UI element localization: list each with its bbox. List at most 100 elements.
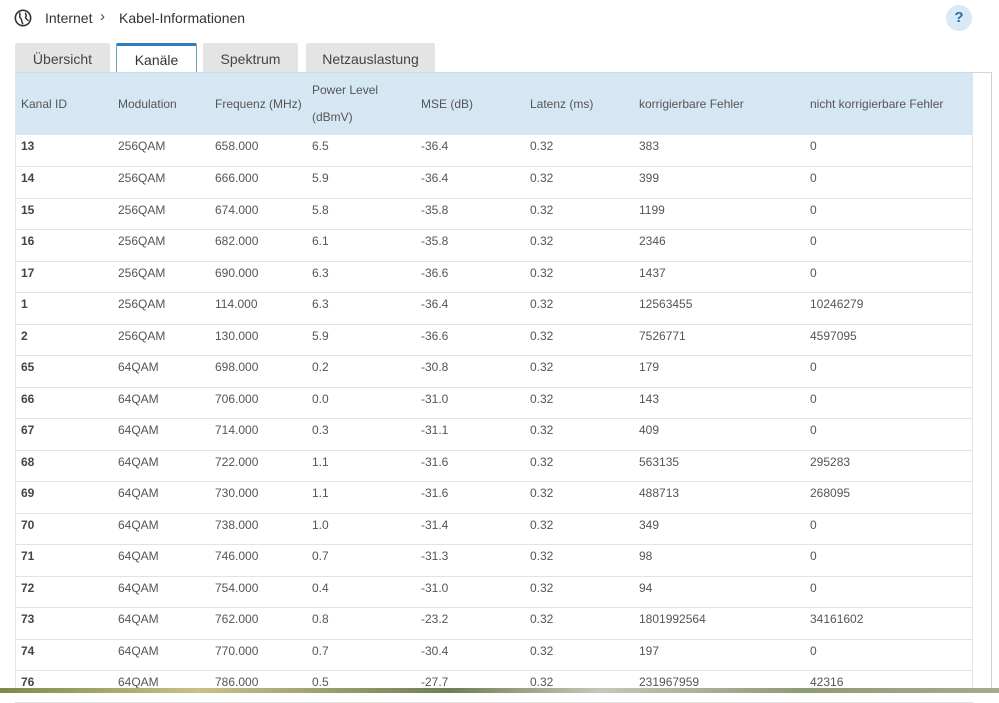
cell-korrigierbare-fehler: 1199 [639, 202, 665, 217]
table-row: 13 256QAM 658.000 6.5 -36.4 0.32 383 0 [15, 135, 973, 167]
cell-frequenz: 658.000 [215, 139, 259, 153]
tab-uebersicht[interactable]: Übersicht [15, 43, 110, 73]
cell-kanal-id: 17 [21, 265, 35, 280]
cell-mse: -31.4 [421, 517, 449, 532]
cell-frequenz: 698.000 [215, 360, 259, 374]
cell-mse: -30.4 [421, 643, 449, 658]
table-left-border [15, 135, 16, 693]
panel-edge [991, 72, 992, 693]
cell-mse: -31.3 [421, 549, 449, 563]
cell-korrigierbare-fehler: 231967959 [639, 675, 700, 689]
cell-kanal-id: 76 [21, 675, 35, 689]
cell-nicht-korrigierbare-fehler: 0 [810, 549, 817, 563]
cell-mse: -36.4 [421, 139, 449, 153]
cell-korrigierbare-fehler: 563135 [639, 454, 680, 469]
header: Internet › Kabel-Informationen ? [0, 0, 999, 40]
cell-modulation: 64QAM [118, 486, 159, 500]
cell-modulation: 64QAM [118, 580, 159, 595]
channel-table: Kanal ID Modulation Frequenz (MHz) Power… [15, 73, 973, 703]
table-header-row: Kanal ID Modulation Frequenz (MHz) Power… [15, 73, 973, 135]
table-row: 65 64QAM 698.000 0.2 -30.8 0.32 179 0 [15, 356, 973, 387]
table-row: 2 256QAM 130.000 5.9 -36.6 0.32 7526771 4597095 [15, 324, 973, 356]
cell-nicht-korrigierbare-fehler: 0 [810, 265, 817, 280]
table-row: 70 64QAM 738.000 1.0 -31.4 0.32 349 0 [15, 513, 973, 545]
cell-nicht-korrigierbare-fehler: 0 [810, 171, 817, 185]
breadcrumb-internet[interactable]: Internet [45, 10, 92, 26]
cell-power-level: 1.1 [312, 454, 329, 469]
cell-frequenz: 786.000 [215, 675, 259, 689]
cell-nicht-korrigierbare-fehler: 0 [810, 360, 817, 374]
cell-mse: -31.6 [421, 486, 449, 500]
cell-kanal-id: 72 [21, 580, 35, 595]
cell-nicht-korrigierbare-fehler: 0 [810, 202, 817, 217]
cell-power-level: 0.2 [312, 360, 329, 374]
cell-nicht-korrigierbare-fehler: 42316 [810, 675, 844, 689]
tab-spektrum[interactable]: Spektrum [203, 43, 298, 73]
tab-netzauslastung[interactable]: Netzauslastung [306, 43, 435, 73]
cell-latenz: 0.32 [530, 171, 554, 185]
cell-korrigierbare-fehler: 1437 [639, 265, 666, 280]
cell-modulation: 256QAM [118, 297, 166, 311]
cell-nicht-korrigierbare-fehler: 10246279 [810, 297, 864, 311]
col-header-kanal-id: Kanal ID [21, 96, 68, 111]
cell-korrigierbare-fehler: 383 [639, 139, 660, 153]
cell-power-level: 5.8 [312, 202, 329, 217]
cell-mse: -36.4 [421, 297, 449, 311]
col-header-power-level: Power Level (dBmV) [306, 73, 415, 135]
col-header-nicht-korrigierbare: nicht korrigierbare Fehler [810, 96, 944, 111]
col-header-latenz: Latenz (ms) [530, 96, 594, 111]
cell-latenz: 0.32 [530, 486, 554, 500]
cell-power-level: 0.4 [312, 580, 329, 595]
cell-nicht-korrigierbare-fehler: 268095 [810, 486, 851, 500]
cell-kanal-id: 13 [21, 139, 35, 153]
cell-mse: -36.4 [421, 171, 449, 185]
cell-modulation: 64QAM [118, 391, 159, 406]
table-row: 72 64QAM 754.000 0.4 -31.0 0.32 94 0 [15, 576, 973, 608]
cell-mse: -31.6 [421, 454, 449, 469]
cell-power-level: 0.7 [312, 549, 329, 563]
table-row: 67 64QAM 714.000 0.3 -31.1 0.32 409 0 [15, 419, 973, 450]
tab-kanaele[interactable]: Kanäle [116, 43, 197, 75]
cell-nicht-korrigierbare-fehler: 34161602 [810, 612, 864, 626]
table-row: 76 64QAM 786.000 0.5 -27.7 0.32 231967959 42316 [15, 671, 973, 702]
cell-frequenz: 730.000 [215, 486, 259, 500]
page-title: Kabel-Informationen [119, 10, 246, 26]
cell-kanal-id: 2 [21, 328, 28, 343]
cell-mse: -36.6 [421, 328, 449, 343]
cell-korrigierbare-fehler: 98 [639, 549, 653, 563]
tab-bar: Übersicht Kanäle Spektrum Netzauslastung [0, 43, 999, 75]
cell-modulation: 64QAM [118, 423, 159, 437]
cell-kanal-id: 70 [21, 517, 35, 532]
cell-nicht-korrigierbare-fehler: 0 [810, 139, 817, 153]
cell-nicht-korrigierbare-fehler: 295283 [810, 454, 851, 469]
cell-power-level: 5.9 [312, 328, 329, 343]
cell-power-level: 0.8 [312, 612, 329, 626]
cell-kanal-id: 73 [21, 612, 35, 626]
cell-korrigierbare-fehler: 179 [639, 360, 660, 374]
background-strip [0, 688, 999, 693]
chevron-right-icon: › [100, 8, 105, 25]
cell-modulation: 64QAM [118, 612, 159, 626]
cell-nicht-korrigierbare-fehler: 0 [810, 517, 817, 532]
cell-latenz: 0.32 [530, 202, 554, 217]
table-body: 13 256QAM 658.000 6.5 -36.4 0.32 383 0 14 256QAM 6… [15, 135, 973, 702]
power-level-unit: (dBmV) [312, 110, 353, 124]
table-row: 69 64QAM 730.000 1.1 -31.6 0.32 488713 268095 [15, 482, 973, 513]
cell-modulation: 64QAM [118, 454, 159, 469]
cell-power-level: 6.1 [312, 234, 329, 248]
cell-frequenz: 674.000 [215, 202, 259, 217]
cell-latenz: 0.32 [530, 454, 554, 469]
cell-mse: -27.7 [421, 675, 449, 689]
cell-korrigierbare-fehler: 2346 [639, 234, 666, 248]
help-button[interactable]: ? [946, 5, 972, 31]
table-row: 1 256QAM 114.000 6.3 -36.4 0.32 12563455 102462… [15, 293, 973, 324]
cell-latenz: 0.32 [530, 328, 554, 343]
cell-kanal-id: 69 [21, 486, 35, 500]
cell-korrigierbare-fehler: 12563455 [639, 297, 693, 311]
cell-korrigierbare-fehler: 409 [639, 423, 660, 437]
cell-kanal-id: 16 [21, 234, 35, 248]
cell-power-level: 6.3 [312, 297, 329, 311]
cell-power-level: 0.5 [312, 675, 329, 689]
cell-mse: -30.8 [421, 360, 449, 374]
cell-mse: -31.0 [421, 580, 449, 595]
